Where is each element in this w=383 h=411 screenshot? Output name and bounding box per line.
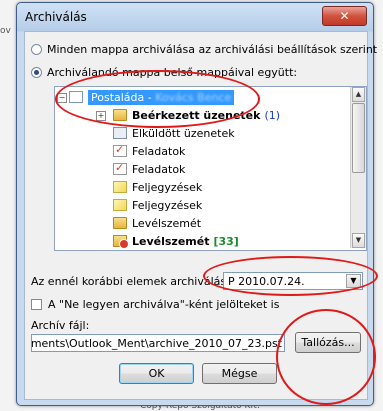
folder-tree[interactable]: − Postaláda - Kovács Bence + Beérkezett … — [54, 86, 367, 251]
archive-all-option[interactable]: Minden mappa archiválása az archiválási … — [31, 42, 377, 56]
unread-count: [33] — [213, 234, 239, 248]
include-do-not-archive-checkbox[interactable] — [31, 298, 42, 310]
chevron-down-icon[interactable]: ▼ — [346, 274, 361, 288]
include-do-not-archive-option[interactable]: A "Ne legyen archiválva"-ként jelölteket… — [31, 297, 279, 311]
tree-item-label: Elküldött üzenetek — [132, 126, 235, 140]
tasks-icon — [113, 143, 127, 157]
tree-item-junk[interactable]: Levélszemét — [113, 214, 201, 232]
ok-button[interactable]: OK — [119, 363, 194, 384]
dialog-client-area: Minden mappa archiválása az archiválási … — [24, 31, 377, 400]
scroll-up-icon[interactable]: ▲ — [352, 87, 365, 102]
background-text-line: ov — [0, 26, 11, 36]
tree-item-sent[interactable]: Elküldött üzenetek — [113, 124, 235, 142]
expand-icon[interactable]: + — [96, 111, 106, 121]
tasks-icon — [113, 161, 127, 175]
tree-item-label: Levélszemét — [132, 234, 210, 248]
scrollbar-thumb[interactable] — [352, 103, 365, 173]
tree-item-label: Feljegyzések — [132, 180, 203, 194]
tree-item-label: Feljegyzések — [132, 198, 203, 212]
unread-count: (1) — [264, 108, 281, 122]
archive-all-radio[interactable] — [31, 43, 42, 55]
browse-button[interactable]: Tallózás... — [295, 332, 361, 353]
scroll-down-icon[interactable]: ▼ — [352, 233, 365, 248]
folder-icon — [113, 217, 127, 229]
archive-all-label: Minden mappa archiválása az archiválási … — [47, 42, 378, 56]
tree-item-label: Beérkezett üzenetek — [132, 108, 261, 122]
archive-file-label: Archív fájl: — [31, 319, 90, 332]
archive-folder-radio[interactable] — [31, 66, 42, 78]
archive-before-date-select[interactable]: P 2010.07.24. ▼ — [223, 272, 363, 290]
notes-icon — [113, 181, 127, 193]
archive-folder-option[interactable]: Archiválandó mappa belső mappáival együt… — [31, 65, 297, 79]
tree-item-junk[interactable]: Levélszemét [33] — [113, 232, 239, 250]
sent-items-icon — [113, 127, 127, 139]
archive-before-date-value: P 2010.07.24. — [228, 275, 305, 288]
tree-item-label: Levélszemét — [132, 216, 202, 230]
tree-item-label-selected: Postaláda - Kovács Bence — [88, 89, 235, 105]
tree-item-inbox[interactable]: Beérkezett üzenetek (1) — [113, 106, 280, 124]
tree-item-label: Feladatok — [132, 162, 186, 176]
close-button[interactable]: ✕ — [322, 6, 367, 26]
tree-scrollbar[interactable]: ▲ ▼ — [350, 87, 366, 248]
archive-file-path-input[interactable]: cuments\Outlook_Ment\archive_2010_07_23.… — [31, 334, 285, 352]
tree-item-label: Feladatok — [132, 144, 186, 158]
mailbox-icon — [69, 91, 83, 103]
archive-dialog: Archiválás ✕ Minden mappa archiválása az… — [16, 2, 377, 406]
include-do-not-archive-label: A "Ne legyen archiválva"-ként jelölteket… — [48, 297, 280, 311]
tree-item-notes[interactable]: Feljegyzések — [113, 196, 202, 214]
notes-icon — [113, 199, 127, 211]
tree-item-notes[interactable]: Feljegyzések — [113, 178, 202, 196]
archive-folder-label: Archiválandó mappa belső mappáival együt… — [47, 65, 298, 79]
tree-item-tasks[interactable]: Feladatok — [113, 142, 185, 160]
dialog-title: Archiválás — [25, 10, 87, 24]
inbox-folder-icon — [113, 109, 127, 121]
tree-item-tasks[interactable]: Feladatok — [113, 160, 185, 178]
archive-file-path-value: cuments\Outlook_Ment\archive_2010_07_23.… — [31, 337, 282, 350]
tree-item-mailbox[interactable]: Postaláda - Kovács Bence — [69, 88, 235, 106]
cancel-button[interactable]: Mégse — [202, 363, 277, 384]
title-bar[interactable]: Archiválás ✕ — [17, 3, 373, 31]
collapse-icon[interactable]: − — [57, 93, 67, 103]
archive-before-label: Az ennél korábbi elemek archiválása: — [31, 275, 237, 288]
junk-folder-icon — [113, 235, 129, 249]
